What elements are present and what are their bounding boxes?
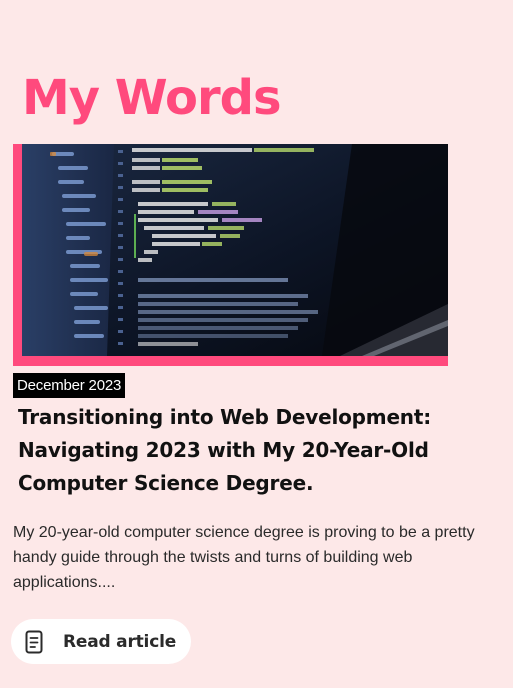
page-title: My Words — [22, 70, 282, 126]
read-article-button[interactable]: Read article — [11, 619, 191, 664]
post-title[interactable]: Transitioning into Web Development: Navi… — [18, 401, 488, 500]
document-icon — [25, 630, 43, 653]
code-screenshot-image — [22, 144, 448, 356]
post-excerpt: My 20-year-old computer science degree i… — [13, 524, 475, 591]
post-date-badge: December 2023 — [13, 373, 126, 398]
read-article-label: Read article — [63, 631, 177, 652]
post-thumbnail[interactable] — [13, 144, 448, 366]
